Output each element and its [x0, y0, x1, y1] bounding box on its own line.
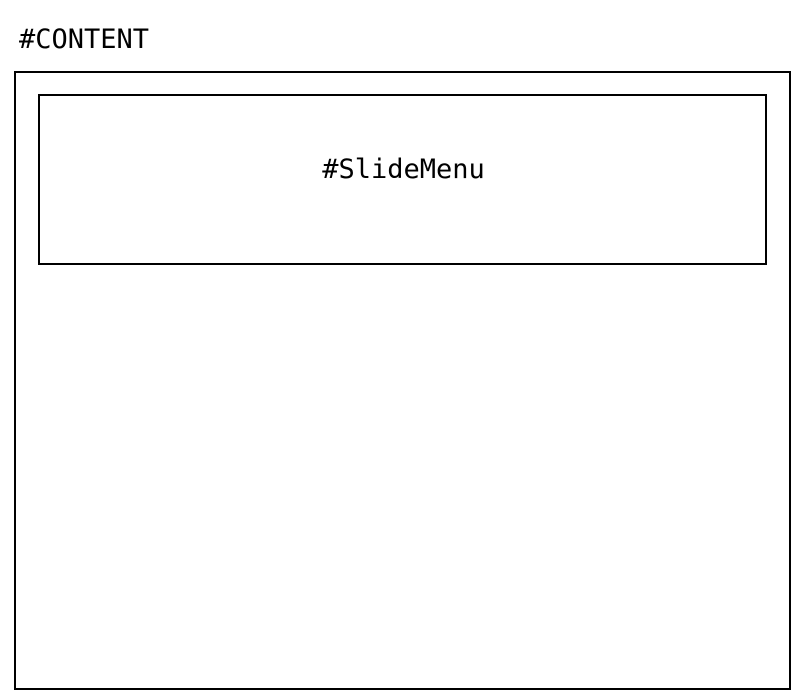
content-container: #SlideMenu — [14, 71, 791, 690]
slide-menu-label: #SlideMenu — [322, 154, 485, 185]
content-label: #CONTENT — [19, 24, 150, 55]
slide-menu[interactable]: #SlideMenu — [38, 94, 767, 265]
